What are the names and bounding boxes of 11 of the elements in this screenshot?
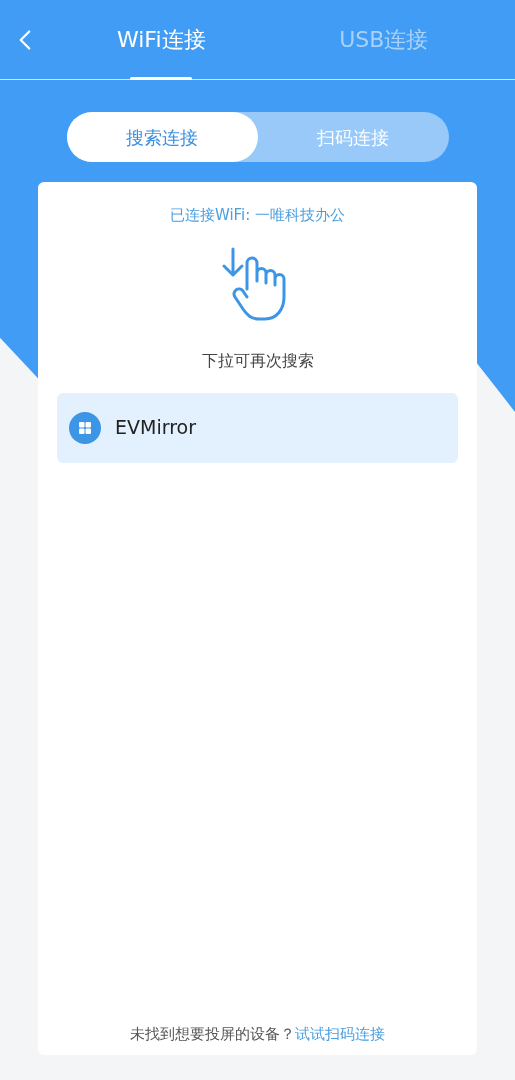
tab[interactable]: USB连接: [272, 0, 495, 80]
pull-hint-text: 下拉可再次搜索: [201, 349, 314, 372]
not-found-hint-text: 未找到想要投屏的设备？试试扫码连接: [130, 1023, 385, 1045]
windows-logo-icon: [69, 411, 101, 444]
tab-indicator: [130, 76, 193, 80]
scan-connect-link[interactable]: 试试扫码连接: [295, 1024, 385, 1043]
connected-wifi-text: 已连接WiFi: 一唯科技办公: [169, 205, 346, 226]
mode-tab[interactable]: 扫码连接: [257, 112, 449, 162]
device-item[interactable]: EVMirror: [57, 392, 458, 463]
mode-tab[interactable]: 搜索连接: [66, 112, 258, 162]
tab[interactable]: WiFi连接: [50, 0, 273, 80]
